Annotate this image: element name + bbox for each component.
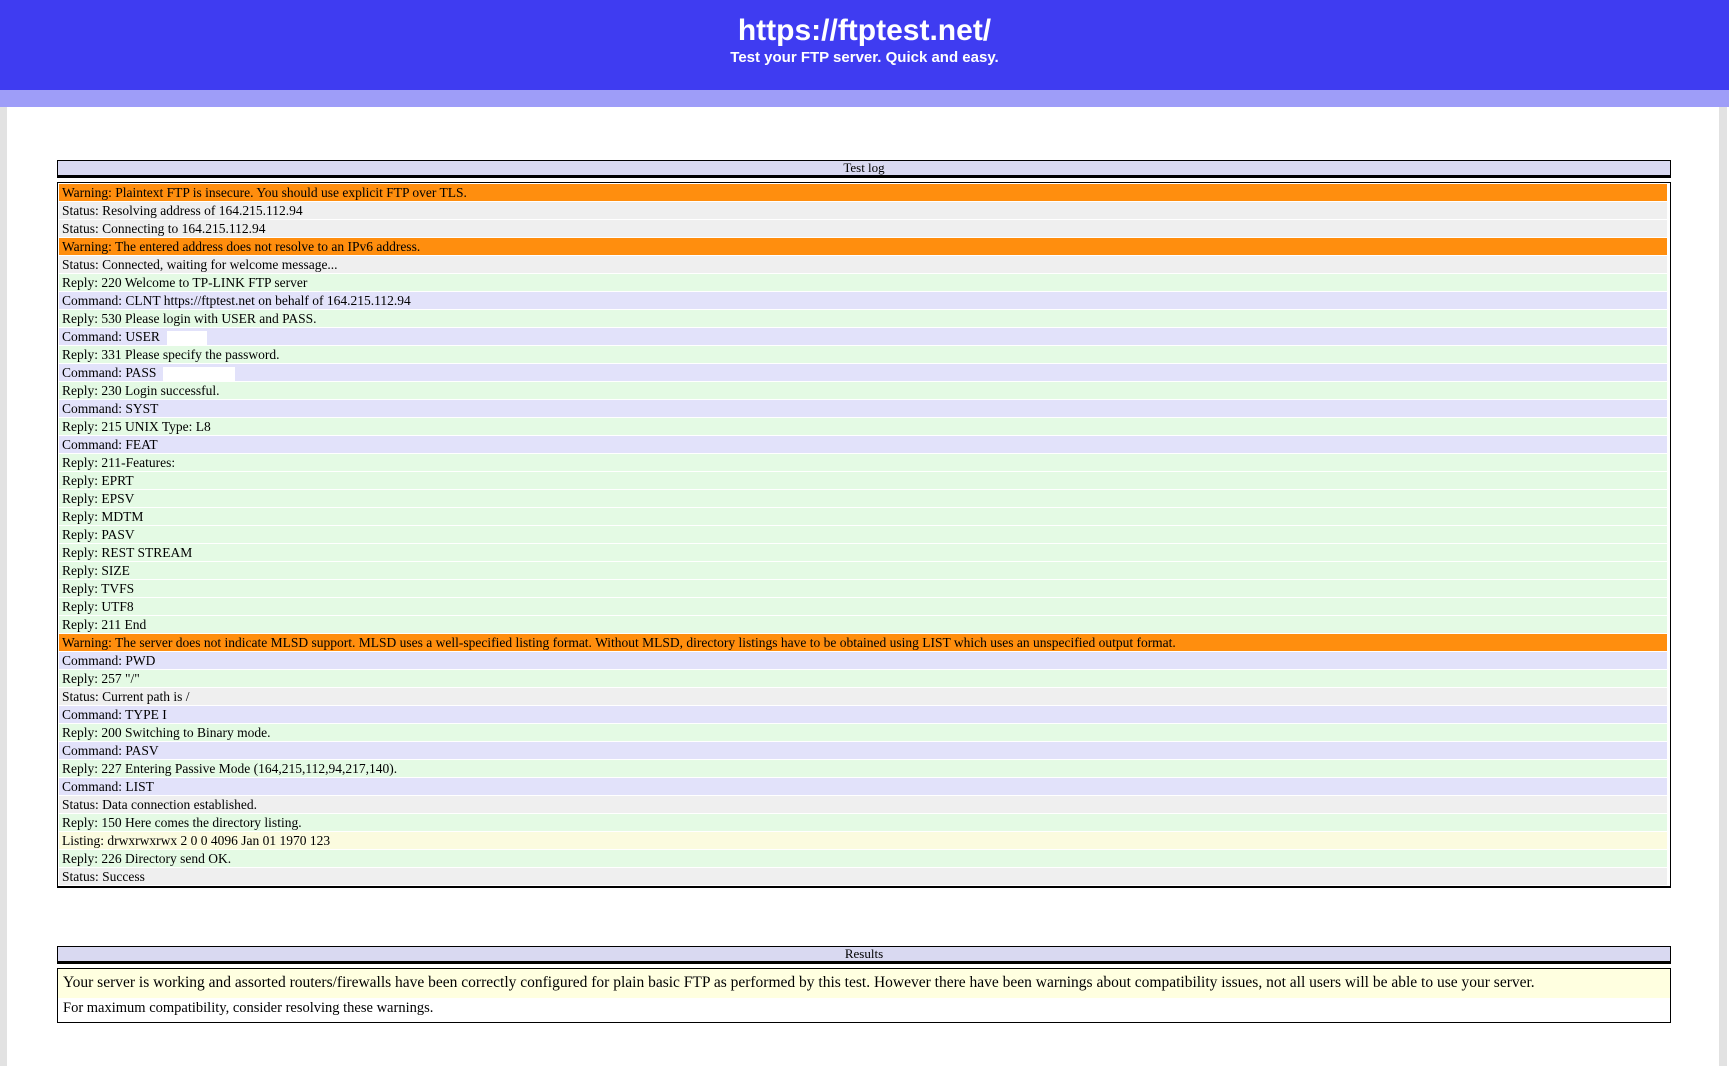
log-row: Command: LIST: [59, 778, 1667, 795]
log-row: Reply: 227 Entering Passive Mode (164,21…: [59, 760, 1667, 777]
log-row-text: Command: SYST: [62, 401, 158, 416]
redacted-value: [167, 331, 207, 345]
log-row-text: Reply: 211 End: [62, 617, 146, 632]
log-row: Status: Current path is /: [59, 688, 1667, 705]
log-row-text: Reply: 257 "/": [62, 671, 140, 686]
right-scrollbar-track[interactable]: [1719, 107, 1727, 1066]
log-row: Reply: MDTM: [59, 508, 1667, 525]
log-row: Status: Success: [59, 868, 1667, 885]
log-row-text: Reply: 220 Welcome to TP-LINK FTP server: [62, 275, 307, 290]
log-row: Reply: 215 UNIX Type: L8: [59, 418, 1667, 435]
log-row-text: Reply: SIZE: [62, 563, 130, 578]
log-row-text: Listing: drwxrwxrwx 2 0 0 4096 Jan 01 19…: [62, 833, 330, 848]
log-row: Reply: 150 Here comes the directory list…: [59, 814, 1667, 831]
log-row: Status: Resolving address of 164.215.112…: [59, 202, 1667, 219]
log-row: Reply: 226 Directory send OK.: [59, 850, 1667, 867]
log-row-text: Reply: TVFS: [62, 581, 134, 596]
log-row: Listing: drwxrwxrwx 2 0 0 4096 Jan 01 19…: [59, 832, 1667, 849]
log-row: Command: PWD: [59, 652, 1667, 669]
log-row: Reply: UTF8: [59, 598, 1667, 615]
results-caption: Results: [57, 946, 1671, 964]
log-row: Reply: 331 Please specify the password.: [59, 346, 1667, 363]
log-row: Command: FEAT: [59, 436, 1667, 453]
log-row: Reply: EPRT: [59, 472, 1667, 489]
log-row-text: Reply: EPRT: [62, 473, 134, 488]
log-row: Reply: SIZE: [59, 562, 1667, 579]
log-row: Status: Connected, waiting for welcome m…: [59, 256, 1667, 273]
site-title: https://ftptest.net/: [0, 0, 1729, 47]
log-row: Command: PASS: [59, 364, 1667, 381]
log-row-text: Warning: The server does not indicate ML…: [62, 635, 1176, 650]
log-row-text: Reply: UTF8: [62, 599, 134, 614]
log-row-text: Command: USER: [62, 329, 160, 344]
log-row-text: Status: Resolving address of 164.215.112…: [62, 203, 303, 218]
log-row-text: Reply: 530 Please login with USER and PA…: [62, 311, 317, 326]
log-row-text: Reply: EPSV: [62, 491, 134, 506]
log-row: Reply: 200 Switching to Binary mode.: [59, 724, 1667, 741]
site-header: https://ftptest.net/ Test your FTP serve…: [0, 0, 1729, 90]
log-row: Reply: 530 Please login with USER and PA…: [59, 310, 1667, 327]
log-row: Reply: REST STREAM: [59, 544, 1667, 561]
log-row: Reply: 211 End: [59, 616, 1667, 633]
log-row-text: Warning: The entered address does not re…: [62, 239, 420, 254]
log-row: Warning: The entered address does not re…: [59, 238, 1667, 255]
log-row-text: Reply: 227 Entering Passive Mode (164,21…: [62, 761, 397, 776]
log-row-text: Reply: 200 Switching to Binary mode.: [62, 725, 271, 740]
test-log-caption: Test log: [57, 160, 1671, 178]
log-row: Reply: PASV: [59, 526, 1667, 543]
log-row-text: Reply: MDTM: [62, 509, 143, 524]
log-row-text: Reply: 226 Directory send OK.: [62, 851, 231, 866]
log-row: Reply: 220 Welcome to TP-LINK FTP server: [59, 274, 1667, 291]
log-row: Status: Connecting to 164.215.112.94: [59, 220, 1667, 237]
redacted-value: [163, 367, 235, 381]
log-row-text: Command: TYPE I: [62, 707, 167, 722]
log-row-text: Reply: 331 Please specify the password.: [62, 347, 279, 362]
log-row: Reply: 211-Features:: [59, 454, 1667, 471]
log-row: Reply: 257 "/": [59, 670, 1667, 687]
results-summary: Your server is working and assorted rout…: [58, 969, 1670, 998]
log-row-text: Reply: 150 Here comes the directory list…: [62, 815, 302, 830]
log-row-text: Reply: 230 Login successful.: [62, 383, 219, 398]
log-row: Reply: 230 Login successful.: [59, 382, 1667, 399]
log-row-text: Reply: 211-Features:: [62, 455, 175, 470]
log-row-text: Command: PASV: [62, 743, 159, 758]
log-row-text: Command: FEAT: [62, 437, 158, 452]
log-row-text: Status: Data connection established.: [62, 797, 257, 812]
log-row: Reply: EPSV: [59, 490, 1667, 507]
log-row-text: Command: CLNT https://ftptest.net on beh…: [62, 293, 411, 308]
test-log-body: Warning: Plaintext FTP is insecure. You …: [57, 182, 1671, 888]
log-row-text: Status: Connected, waiting for welcome m…: [62, 257, 338, 272]
left-gutter: [0, 107, 7, 1066]
log-row-text: Reply: 215 UNIX Type: L8: [62, 419, 211, 434]
log-row-text: Command: PWD: [62, 653, 155, 668]
log-row-text: Reply: REST STREAM: [62, 545, 192, 560]
log-row: Reply: TVFS: [59, 580, 1667, 597]
results-note: For maximum compatibility, consider reso…: [58, 998, 1670, 1022]
log-row-text: Reply: PASV: [62, 527, 135, 542]
log-row: Command: USER: [59, 328, 1667, 345]
log-row-text: Status: Current path is /: [62, 689, 190, 704]
log-row-text: Warning: Plaintext FTP is insecure. You …: [62, 185, 467, 200]
main-content: Test log Warning: Plaintext FTP is insec…: [57, 160, 1671, 1023]
log-row-text: Command: LIST: [62, 779, 154, 794]
log-row: Command: TYPE I: [59, 706, 1667, 723]
log-row: Warning: The server does not indicate ML…: [59, 634, 1667, 651]
log-row-text: Command: PASS: [62, 365, 156, 380]
log-row: Warning: Plaintext FTP is insecure. You …: [59, 184, 1667, 201]
site-subtitle: Test your FTP server. Quick and easy.: [0, 49, 1729, 67]
header-accent-strip: [0, 90, 1729, 107]
log-row-text: Status: Success: [62, 869, 145, 884]
log-row: Command: SYST: [59, 400, 1667, 417]
results-body: Your server is working and assorted rout…: [57, 968, 1671, 1023]
log-row-text: Status: Connecting to 164.215.112.94: [62, 221, 266, 236]
log-row: Command: PASV: [59, 742, 1667, 759]
log-row: Status: Data connection established.: [59, 796, 1667, 813]
log-row: Command: CLNT https://ftptest.net on beh…: [59, 292, 1667, 309]
